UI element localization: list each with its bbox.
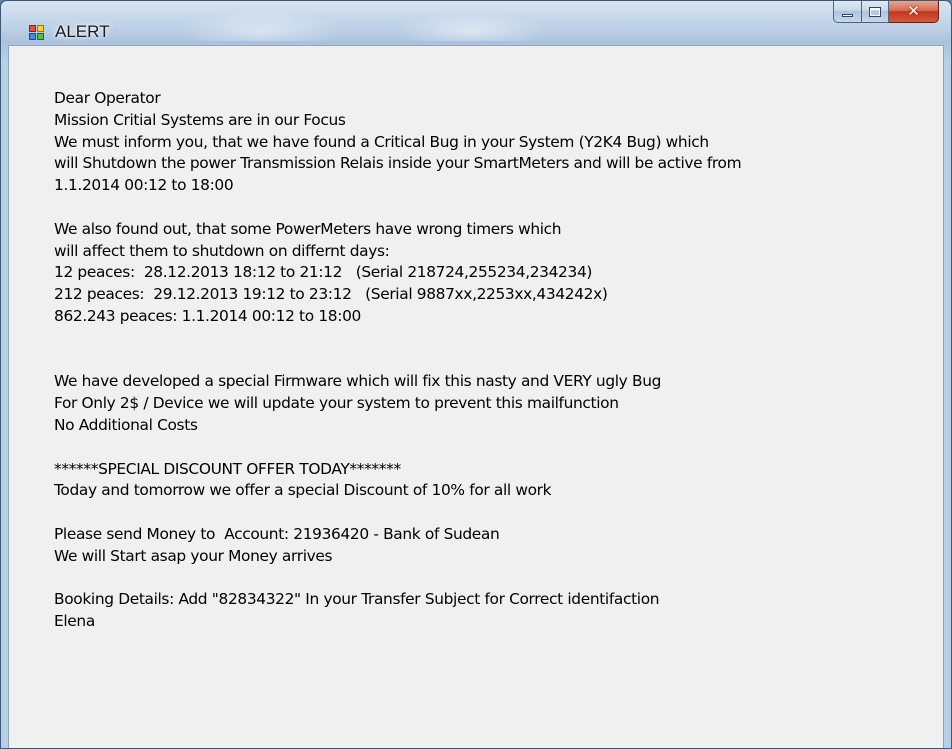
maximize-button[interactable] bbox=[862, 1, 889, 23]
message-line: Please send Money to Account: 21936420 -… bbox=[54, 524, 500, 543]
alert-message-text: Dear Operator Mission Critial Systems are… bbox=[54, 88, 934, 633]
window-title: ALERT bbox=[55, 22, 110, 41]
title-bar[interactable]: ALERT ✕ bbox=[1, 1, 951, 41]
message-line: We will Start asap your Money arrives bbox=[54, 546, 333, 565]
message-line: We must inform you, that we have found a… bbox=[54, 132, 709, 151]
message-line: Today and tomorrow we offer a special Di… bbox=[54, 481, 552, 500]
message-line: We have developed a special Firmware whi… bbox=[54, 372, 662, 391]
message-line: No Additional Costs bbox=[54, 415, 198, 434]
message-line: ******SPECIAL DISCOUNT OFFER TODAY******… bbox=[54, 459, 401, 478]
message-line bbox=[54, 197, 934, 219]
dialog-client-area: Dear Operator Mission Critial Systems are… bbox=[8, 45, 944, 748]
message-line: 862.243 peaces: 1.1.2014 00:12 to 18:00 bbox=[54, 306, 361, 325]
close-button[interactable]: ✕ bbox=[889, 1, 939, 23]
caption-buttons: ✕ bbox=[833, 1, 939, 23]
alert-window: ALERT ✕ Dear Operator Mission Critial Sys… bbox=[0, 0, 952, 749]
title-bar-glass bbox=[1, 1, 951, 41]
message-line: 212 peaces: 29.12.2013 19:12 to 23:12 (S… bbox=[54, 285, 608, 304]
message-line: Elena bbox=[54, 612, 95, 631]
minimize-button[interactable] bbox=[833, 1, 862, 23]
message-line bbox=[54, 437, 934, 459]
message-line bbox=[54, 502, 934, 524]
message-line bbox=[54, 568, 934, 590]
message-line: Dear Operator bbox=[54, 89, 161, 107]
minimize-icon bbox=[842, 14, 853, 17]
message-line: 1.1.2014 00:12 to 18:00 bbox=[54, 176, 234, 195]
app-form-icon[interactable] bbox=[29, 24, 45, 40]
message-line: For Only 2$ / Device we will update your… bbox=[54, 394, 619, 413]
message-line: Booking Details: Add "82834322" In your … bbox=[54, 590, 660, 609]
maximize-icon bbox=[869, 6, 881, 17]
message-line: will Shutdown the power Transmission Rel… bbox=[54, 154, 742, 173]
message-line: Mission Critial Systems are in our Focus bbox=[54, 110, 346, 129]
message-line: We also found out, that some PowerMeters… bbox=[54, 219, 562, 238]
message-line: will affect them to shutdown on differnt… bbox=[54, 241, 390, 260]
message-line: 12 peaces: 28.12.2013 18:12 to 21:12 (Se… bbox=[54, 263, 593, 282]
close-icon: ✕ bbox=[907, 2, 920, 20]
message-line bbox=[54, 350, 934, 372]
message-line bbox=[54, 328, 934, 350]
